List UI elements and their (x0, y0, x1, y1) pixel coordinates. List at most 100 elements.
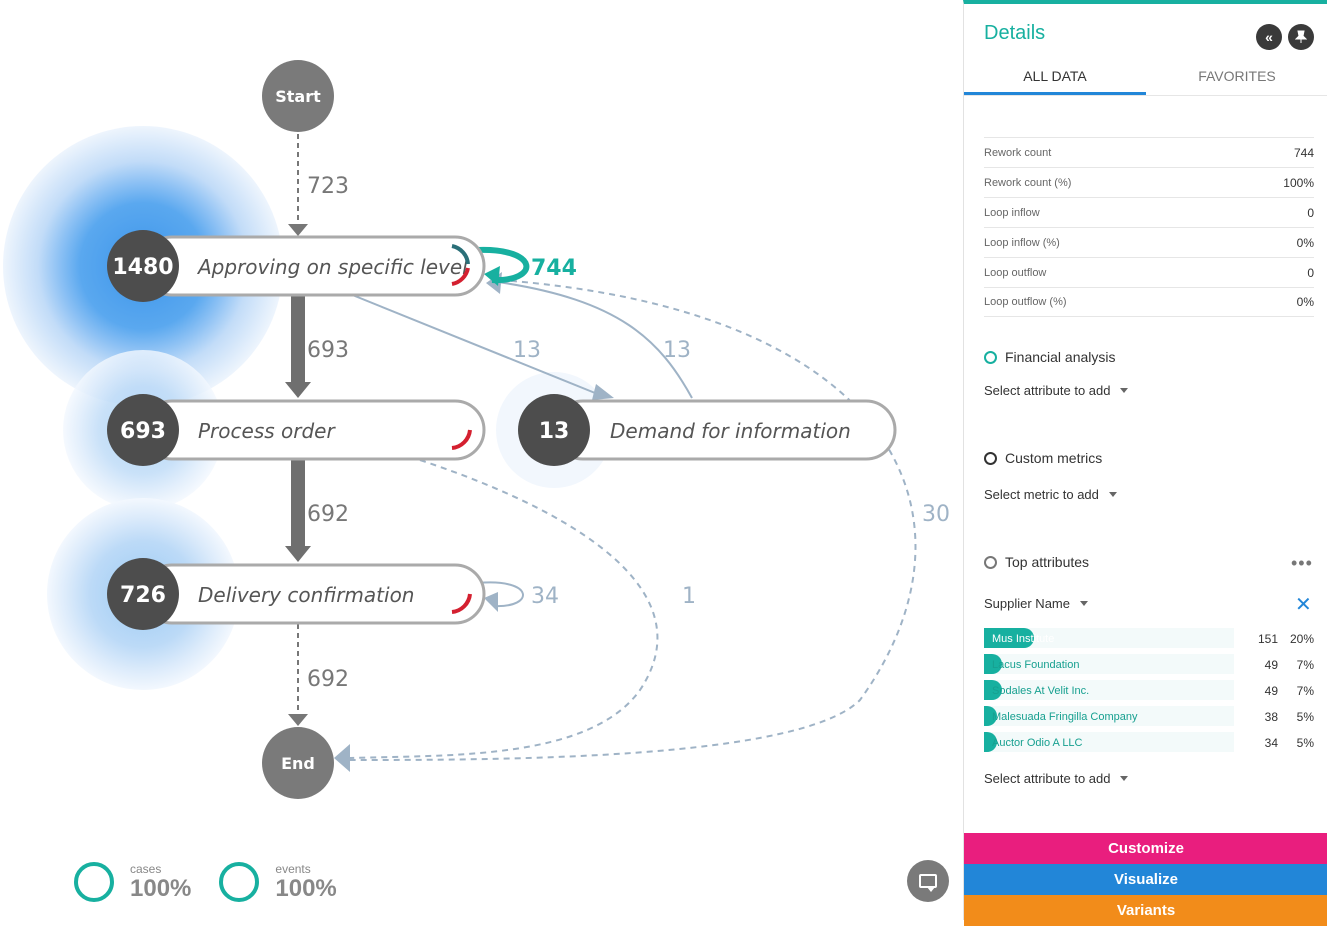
button-label: Variants (1116, 902, 1176, 919)
arrow-head (288, 714, 308, 726)
events-stat: events 100% (219, 862, 337, 902)
chevron-down-icon (1108, 492, 1117, 497)
custom-metric-select[interactable]: Select metric to add (984, 487, 1117, 502)
attribute-percent: 5% (1296, 736, 1314, 750)
metric-row: Loop inflow 0 (984, 197, 1314, 227)
attribute-name: Auctor Odio A LLC (992, 737, 1083, 749)
attribute-row[interactable]: Mus Institute 151 20% (984, 626, 1314, 652)
process-map-canvas[interactable]: 1480 Approving on specific level 693 Pro… (0, 0, 963, 920)
radio-icon (984, 451, 997, 465)
activity-process-order[interactable]: 693 Process order (107, 394, 486, 466)
metric-label: Loop outflow (984, 266, 1047, 279)
variants-button[interactable]: Variants (964, 895, 1327, 926)
collapse-panel-icon: « (1265, 29, 1273, 45)
tab-all-data[interactable]: ALL DATA (964, 62, 1146, 95)
metric-value: 744 (1293, 145, 1314, 160)
edge-label: 1 (682, 584, 696, 609)
activity-label: Process order (198, 419, 336, 443)
section-title: Top attributes (1005, 554, 1090, 570)
tab-favorites[interactable]: FAVORITES (1146, 62, 1327, 95)
stat-label: cases (130, 862, 162, 876)
attribute-percent: 20% (1289, 632, 1314, 646)
metric-row: Loop inflow (%) 0% (984, 227, 1314, 257)
attribute-list: Mus Institute 151 20% Lacus Foundation 49 7% S… (984, 626, 1314, 756)
visualize-button[interactable]: Visualize (964, 864, 1327, 895)
arrow-head (285, 546, 311, 562)
details-tabs: ALL DATA FAVORITES (964, 62, 1327, 96)
edge-label: 30 (922, 502, 950, 527)
financial-attribute-select[interactable]: Select attribute to add (984, 383, 1129, 398)
attribute-count: 34 (1264, 736, 1278, 750)
stats-bar: cases 100% events 100% (74, 862, 337, 902)
attribute-row[interactable]: Malesuada Fringilla Company 38 5% (984, 704, 1314, 730)
metric-value: 0% (1296, 235, 1314, 250)
pin-button[interactable] (1288, 24, 1314, 50)
edge-label: 34 (531, 584, 559, 609)
customize-button[interactable]: Customize (964, 833, 1327, 864)
radio-icon (984, 555, 997, 569)
top-attributes-toggle[interactable]: Top attributes (984, 554, 1089, 570)
end-label: End (281, 754, 315, 773)
activity-demand[interactable]: 13 Demand for information (518, 394, 897, 466)
arrow-head (288, 224, 308, 236)
stat-label: events (275, 862, 311, 876)
activity-label: Delivery confirmation (198, 583, 414, 607)
activity-approving[interactable]: 1480 Approving on specific level (107, 230, 486, 302)
attribute-row[interactable]: Sodales At Velit Inc. 49 7% (984, 678, 1314, 704)
activity-delivery[interactable]: 726 Delivery confirmation (107, 558, 486, 630)
top-attribute-select[interactable]: Select attribute to add (984, 771, 1129, 786)
button-label: Visualize (1114, 871, 1178, 888)
metrics-table: Rework count 744 Rework count (%) 100% Loo… (984, 137, 1314, 317)
arrow-head (285, 382, 311, 398)
edge-approving-process[interactable] (291, 296, 305, 384)
financial-analysis-toggle[interactable]: Financial analysis (984, 349, 1116, 365)
metric-label: Rework count (984, 146, 1052, 159)
close-icon[interactable]: ✕ (1295, 592, 1312, 617)
process-map[interactable]: 1480 Approving on specific level 693 Pro… (0, 0, 963, 920)
activity-label: Demand for information (610, 419, 851, 443)
attribute-name: Lacus Foundation (992, 659, 1080, 671)
chevron-down-icon (1120, 388, 1129, 393)
section-title: Financial analysis (1005, 349, 1116, 365)
attribute-count: 38 (1264, 710, 1278, 724)
custom-metrics-toggle[interactable]: Custom metrics (984, 450, 1102, 466)
cases-ring-icon (74, 862, 114, 902)
edge-process-delivery[interactable] (291, 460, 305, 548)
attribute-percent: 7% (1296, 684, 1314, 698)
chat-icon (919, 874, 937, 892)
stat-value: 100% (130, 875, 192, 902)
panel-title: Details (984, 22, 1046, 44)
start-node[interactable]: Start (262, 60, 334, 132)
edge-label: 13 (513, 338, 541, 363)
more-icon[interactable]: ••• (1291, 553, 1313, 574)
activity-label: Approving on specific level (196, 255, 468, 279)
edge-label: 723 (307, 174, 349, 199)
edge-approving-end[interactable] (347, 279, 917, 761)
end-node[interactable]: End (262, 727, 334, 799)
chat-button[interactable] (907, 860, 949, 902)
select-label: Select attribute to add (984, 771, 1111, 786)
arrow-head (484, 592, 498, 612)
attribute-row[interactable]: Lacus Foundation 49 7% (984, 652, 1314, 678)
metric-value: 0 (1307, 205, 1314, 220)
chevron-down-icon (1080, 601, 1088, 606)
metric-label: Loop outflow (%) (984, 296, 1067, 308)
activity-count: 693 (120, 419, 166, 444)
metric-row: Rework count (%) 100% (984, 167, 1314, 197)
collapse-panel-button[interactable]: « (1256, 24, 1282, 50)
edge-label: 693 (307, 338, 349, 363)
metric-label: Loop inflow (984, 206, 1040, 219)
edge-approving-demand[interactable] (349, 293, 601, 396)
cases-stat: cases 100% (74, 862, 191, 902)
arrow-head (592, 384, 614, 400)
attribute-percent: 5% (1296, 710, 1314, 724)
edge-label: 692 (307, 667, 349, 692)
attribute-name: Mus Institute (992, 633, 1055, 645)
select-label: Select metric to add (984, 487, 1099, 502)
attribute-name: Sodales At Velit Inc. (992, 685, 1090, 697)
section-title: Custom metrics (1005, 450, 1103, 466)
supplier-name-select[interactable]: Supplier Name (984, 596, 1088, 611)
activity-count: 726 (120, 583, 166, 608)
attribute-row[interactable]: Auctor Odio A LLC 34 5% (984, 730, 1314, 756)
metric-value: 100% (1283, 175, 1314, 190)
